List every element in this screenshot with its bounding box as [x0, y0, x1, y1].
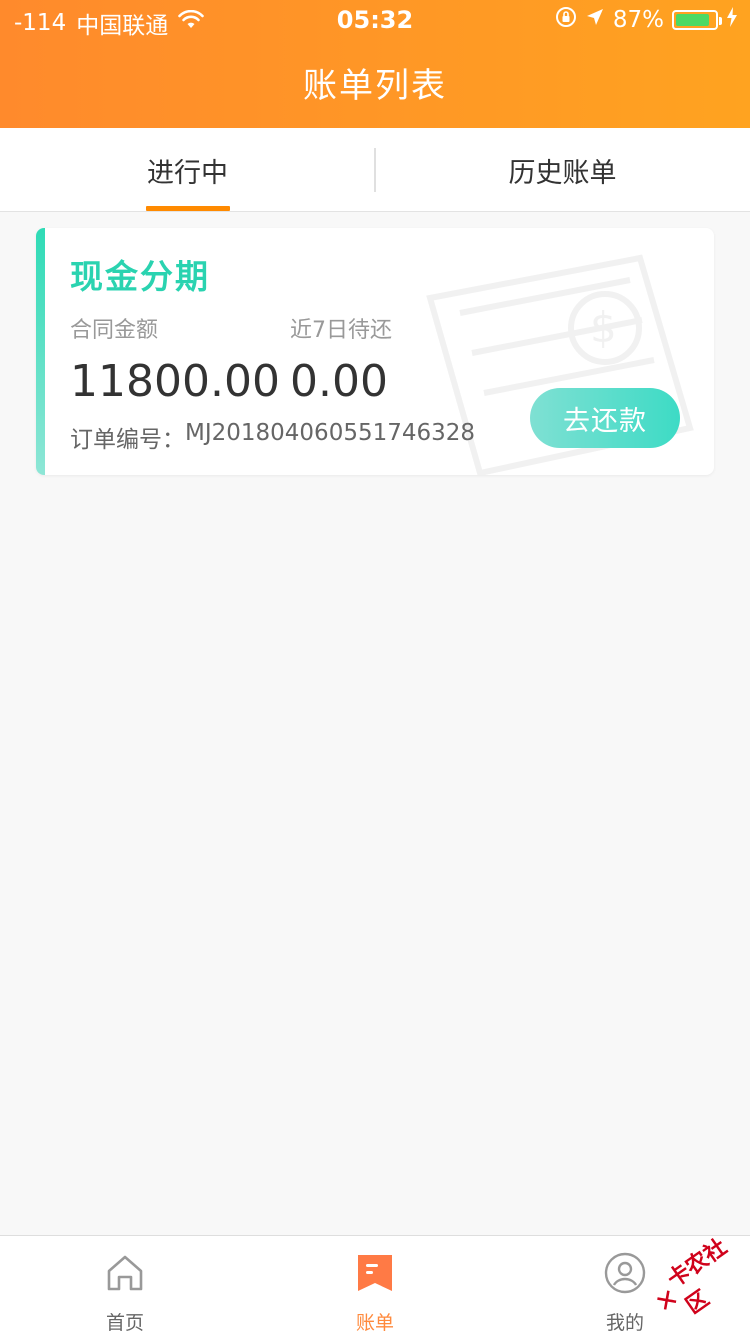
tabbar-item-home[interactable]: 首页: [0, 1236, 250, 1334]
repay-button[interactable]: 去还款: [530, 388, 680, 448]
bottom-tab-bar: 首页 账单 我的: [0, 1235, 750, 1334]
contract-amount-label: 合同金额: [70, 318, 159, 343]
charging-bolt-icon: [726, 7, 738, 33]
active-tab-indicator: [146, 206, 230, 211]
due-7days-label: 近7日待还: [290, 318, 392, 343]
due-7days-value: 0.00: [290, 356, 388, 407]
status-bar: -114 中国联通 05:32 87%: [0, 0, 750, 40]
contract-amount-value: 11800.00: [70, 356, 280, 407]
tabbar-label-bill: 账单: [355, 1312, 394, 1334]
tab-history-label: 历史账单: [508, 157, 617, 189]
tab-in-progress-label: 进行中: [147, 157, 228, 189]
tabbar-label-mine: 我的: [605, 1312, 644, 1334]
bill-title: 现金分期: [70, 257, 210, 296]
bill-tabs: 进行中 历史账单: [0, 128, 750, 212]
order-number-label: 订单编号：: [70, 427, 185, 453]
order-number-value: MJ201804060551746328: [185, 420, 476, 446]
battery-fill: [676, 14, 710, 26]
card-accent-bar: [36, 228, 45, 475]
page-title: 账单列表: [303, 66, 447, 106]
bill-icon: [358, 1255, 392, 1291]
tabbar-label-home: 首页: [105, 1312, 144, 1334]
home-icon: [107, 1255, 143, 1291]
orientation-lock-icon: [555, 6, 577, 34]
location-arrow-icon: [585, 7, 605, 33]
screen: -114 中国联通 05:32 87% 账单列表 进行中 历史账单 $ 现金分期…: [0, 0, 750, 1334]
tabbar-item-bill[interactable]: 账单: [250, 1236, 500, 1334]
tab-history[interactable]: 历史账单: [375, 128, 750, 212]
header: -114 中国联通 05:32 87% 账单列表: [0, 0, 750, 128]
battery-percent: 87%: [612, 7, 664, 33]
bill-card[interactable]: $ 现金分期 合同金额 近7日待还 11800.00 0.00 订单编号： MJ…: [36, 228, 714, 475]
battery-icon: [672, 10, 722, 30]
svg-text:$: $: [590, 303, 617, 352]
user-icon: [604, 1252, 646, 1294]
order-number-row: 订单编号： MJ201804060551746328: [70, 420, 475, 454]
status-right: 87%: [555, 6, 738, 34]
tab-in-progress[interactable]: 进行中: [0, 128, 375, 212]
